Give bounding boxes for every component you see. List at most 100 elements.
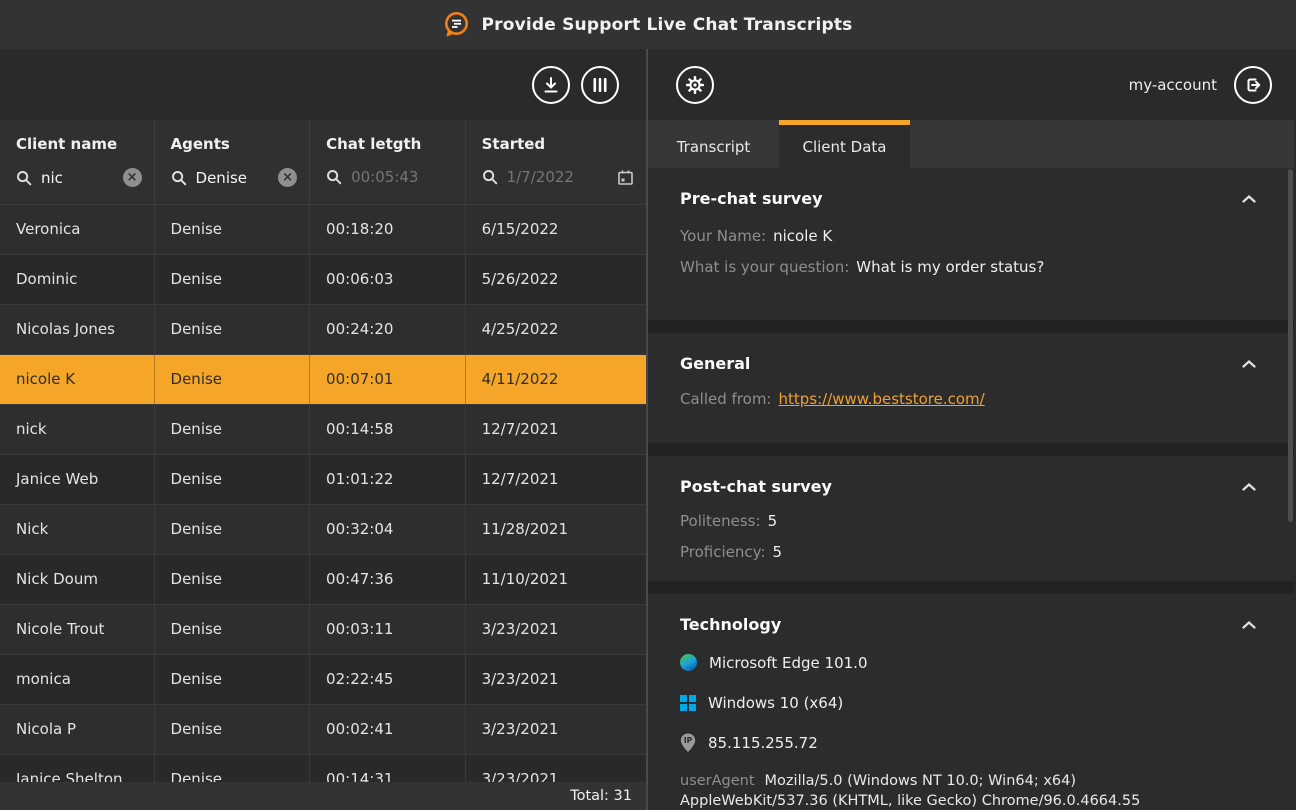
download-button[interactable] xyxy=(532,66,570,104)
collapse-chevron-up-icon[interactable] xyxy=(1238,479,1260,495)
search-icon xyxy=(482,169,498,185)
account-name[interactable]: my-account xyxy=(1129,76,1217,94)
cell-chat-length: 00:32:04 xyxy=(310,505,466,554)
settings-button[interactable] xyxy=(676,66,714,104)
table-row[interactable]: Veronica Denise 00:18:20 6/15/2022 xyxy=(0,205,646,255)
detail-tabs: Transcript Client Data xyxy=(648,120,1294,168)
columns-button[interactable] xyxy=(581,66,619,104)
table-footer: Total: 31 xyxy=(0,782,646,810)
detail-toolbar: my-account xyxy=(648,49,1294,120)
browser-value: Microsoft Edge 101.0 xyxy=(709,654,868,672)
politeness-row: Politeness: 5 xyxy=(680,510,1260,532)
cell-started: 11/10/2021 xyxy=(466,555,646,604)
column-client-name: Client name × xyxy=(0,120,155,204)
cell-agent: Denise xyxy=(155,305,311,354)
cell-chat-length: 00:47:36 xyxy=(310,555,466,604)
field-label: What is your question: xyxy=(680,258,849,276)
cell-client-name: Veronica xyxy=(0,205,155,254)
cell-chat-length: 00:14:31 xyxy=(310,755,466,782)
section-title: Pre-chat survey xyxy=(680,189,823,208)
cell-client-name: Janice Shelton xyxy=(0,755,155,782)
started-filter-input[interactable] xyxy=(507,168,608,186)
cell-chat-length: 02:22:45 xyxy=(310,655,466,704)
logout-icon xyxy=(1243,75,1263,95)
windows-icon xyxy=(680,695,696,711)
cell-client-name: Nick xyxy=(0,505,155,554)
table-row[interactable]: Nick Doum Denise 00:47:36 11/10/2021 xyxy=(0,555,646,605)
prechat-name-row: Your Name:nicole K xyxy=(680,225,1260,247)
os-row: Windows 10 (x64) xyxy=(680,691,1260,714)
column-chat-length: Chat letgth xyxy=(310,120,466,204)
section-title: Post-chat survey xyxy=(680,477,832,496)
collapse-chevron-up-icon[interactable] xyxy=(1238,356,1260,372)
tab-transcript-label: Transcript xyxy=(677,138,751,156)
logout-button[interactable] xyxy=(1234,66,1272,104)
table-header: Client name × Agents xyxy=(0,120,646,205)
called-from-row: Called from: https://www.beststore.com/ xyxy=(680,388,1260,410)
cell-client-name: nick xyxy=(0,405,155,454)
chat-length-filter-input[interactable] xyxy=(351,168,453,186)
field-label: Politeness: xyxy=(680,512,761,530)
table-row[interactable]: Nicolas Jones Denise 00:24:20 4/25/2022 xyxy=(0,305,646,355)
cell-agent: Denise xyxy=(155,405,311,454)
cell-client-name: monica xyxy=(0,655,155,704)
called-from-link[interactable]: https://www.beststore.com/ xyxy=(778,390,984,408)
browser-row: Microsoft Edge 101.0 xyxy=(680,651,1260,674)
cell-agent: Denise xyxy=(155,455,311,504)
cell-started: 3/23/2021 xyxy=(466,605,646,654)
table-row[interactable]: nicole K Denise 00:07:01 4/11/2022 xyxy=(0,355,646,405)
table-row[interactable]: Nicola P Denise 00:02:41 3/23/2021 xyxy=(0,705,646,755)
user-agent-row: userAgentMozilla/5.0 (Windows NT 10.0; W… xyxy=(680,772,1260,810)
table-row[interactable]: Dominic Denise 00:06:03 5/26/2022 xyxy=(0,255,646,305)
user-agent-label: userAgent xyxy=(680,773,755,789)
calendar-icon[interactable] xyxy=(617,169,634,186)
clear-filter-icon[interactable]: × xyxy=(123,168,142,187)
section-postchat-survey: Post-chat survey Politeness:5 Proficienc… xyxy=(648,456,1294,581)
main-area: Client name × Agents xyxy=(0,49,1296,810)
tab-client-data[interactable]: Client Data xyxy=(779,120,910,168)
search-icon xyxy=(171,170,187,186)
cell-agent: Denise xyxy=(155,355,311,404)
table-row[interactable]: Janice Web Denise 01:01:22 12/7/2021 xyxy=(0,455,646,505)
field-label: Called from: xyxy=(680,390,771,408)
cell-agent: Denise xyxy=(155,255,311,304)
table-row[interactable]: Nicole Trout Denise 00:03:11 3/23/2021 xyxy=(0,605,646,655)
table-row[interactable]: nick Denise 00:14:58 12/7/2021 xyxy=(0,405,646,455)
column-started: Started xyxy=(466,120,646,204)
cell-client-name: nicole K xyxy=(0,355,155,404)
column-label-chat-length: Chat letgth xyxy=(326,135,453,153)
table-row[interactable]: Nick Denise 00:32:04 11/28/2021 xyxy=(0,505,646,555)
section-title: Technology xyxy=(680,615,781,634)
client-name-filter-input[interactable] xyxy=(41,169,114,187)
cell-chat-length: 00:18:20 xyxy=(310,205,466,254)
os-value: Windows 10 (x64) xyxy=(708,694,843,712)
collapse-chevron-up-icon[interactable] xyxy=(1238,617,1260,633)
agents-filter-input[interactable] xyxy=(196,169,270,187)
cell-started: 3/23/2021 xyxy=(466,705,646,754)
app-logo-icon xyxy=(443,11,470,38)
agents-filter: × xyxy=(171,168,298,187)
table-row[interactable]: monica Denise 02:22:45 3/23/2021 xyxy=(0,655,646,705)
cell-started: 6/15/2022 xyxy=(466,205,646,254)
cell-started: 3/23/2021 xyxy=(466,755,646,782)
app-header: Provide Support Live Chat Transcripts xyxy=(0,0,1296,49)
section-general: General Called from:https://www.beststor… xyxy=(648,333,1294,443)
cell-chat-length: 00:02:41 xyxy=(310,705,466,754)
tab-transcript[interactable]: Transcript xyxy=(648,120,779,168)
cell-client-name: Nicolas Jones xyxy=(0,305,155,354)
cell-agent: Denise xyxy=(155,205,311,254)
app-title: Provide Support Live Chat Transcripts xyxy=(481,15,852,35)
table-row[interactable]: Janice Shelton Denise 00:14:31 3/23/2021 xyxy=(0,755,646,782)
list-toolbar xyxy=(0,49,646,120)
cell-started: 4/11/2022 xyxy=(466,355,646,404)
detail-panel: my-account Transcript Client Data xyxy=(648,49,1294,810)
clear-filter-icon[interactable]: × xyxy=(278,168,297,187)
cell-agent: Denise xyxy=(155,605,311,654)
cell-client-name: Nicole Trout xyxy=(0,605,155,654)
collapse-chevron-up-icon[interactable] xyxy=(1238,191,1260,207)
vertical-scrollbar[interactable] xyxy=(1288,169,1293,522)
field-label: Your Name: xyxy=(680,227,766,245)
search-icon xyxy=(16,170,32,186)
field-value: 5 xyxy=(768,512,778,530)
columns-icon xyxy=(590,75,610,95)
